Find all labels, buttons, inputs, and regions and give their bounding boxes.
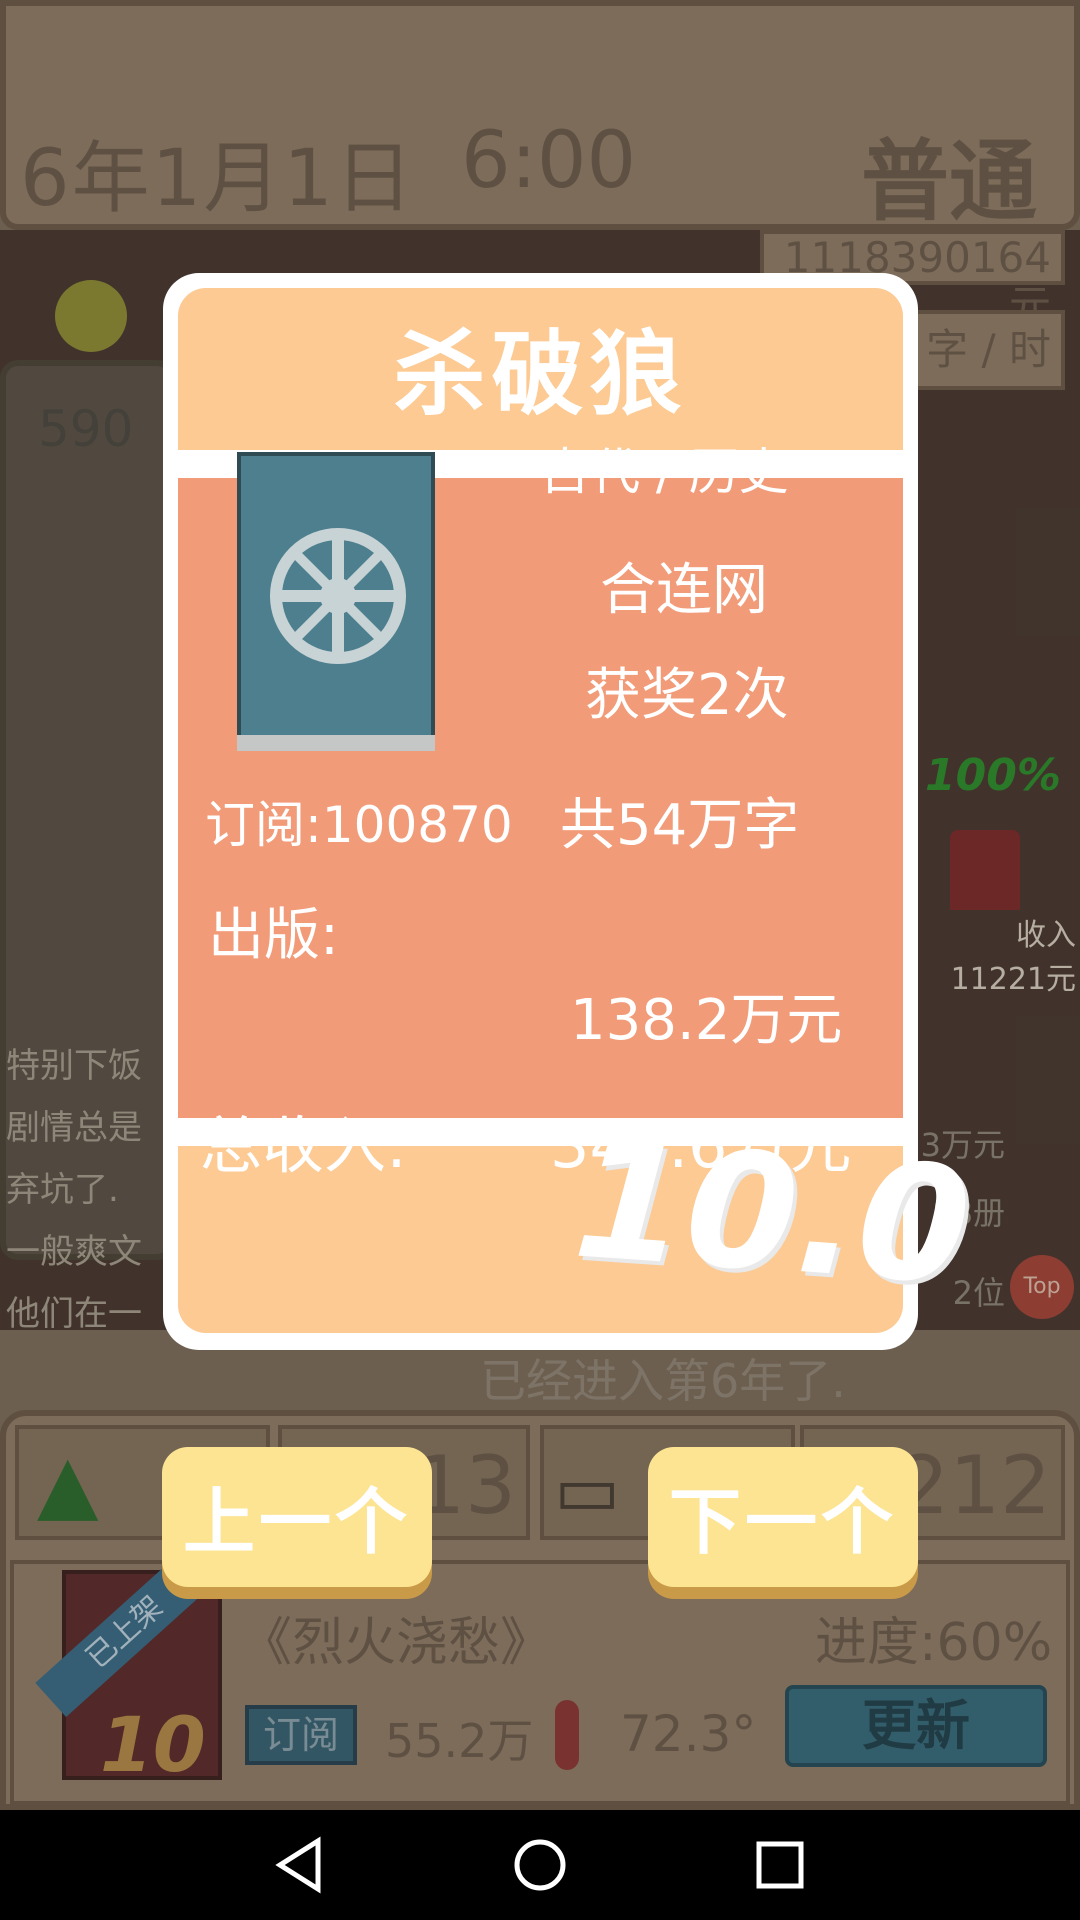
- previous-button[interactable]: 上一个: [162, 1447, 432, 1587]
- next-button[interactable]: 下一个: [648, 1447, 918, 1587]
- publish-site: 合连网: [600, 558, 768, 623]
- recents-icon[interactable]: [750, 1835, 810, 1895]
- publish-amount: 138.2万元: [570, 988, 843, 1053]
- back-icon[interactable]: [270, 1835, 330, 1895]
- score-value: 10.0: [568, 1106, 976, 1321]
- publish-label: 出版:: [208, 903, 339, 968]
- award-count: 获奖2次: [585, 663, 789, 728]
- book-genre: 古代 / 历史: [540, 443, 789, 501]
- modal-title: 杀破狼: [393, 321, 688, 428]
- book-pages: [237, 735, 435, 751]
- home-icon[interactable]: [510, 1835, 570, 1895]
- total-income-label: 总收入:: [200, 1109, 407, 1182]
- word-count: 共54万字: [560, 793, 800, 858]
- subscription-count: 订阅:100870: [205, 796, 513, 854]
- book-cover-image: [237, 452, 435, 747]
- wheel-emblem-icon: [270, 528, 406, 664]
